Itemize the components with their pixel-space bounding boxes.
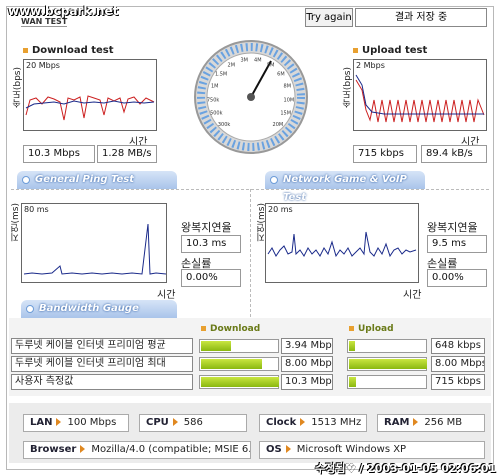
speedometer-tick-label: 2M bbox=[228, 63, 236, 69]
os-info: OS Microsoft Windows XP bbox=[259, 441, 485, 459]
ram-info: RAM 256 MB bbox=[377, 414, 485, 432]
ping-xlabel: 시간 bbox=[157, 290, 176, 301]
edit-stamp: 수정됨♡ / 2003-01-05 02:06:01 bbox=[315, 462, 496, 475]
speedometer-tick-label: 5M bbox=[267, 63, 275, 69]
game-loss-value: 0.00% bbox=[427, 269, 487, 287]
divider bbox=[250, 189, 251, 317]
game-xlabel: 시간 bbox=[403, 290, 422, 301]
upload-plot bbox=[355, 74, 485, 123]
band-dot-icon bbox=[26, 305, 34, 313]
ping-rtt-label: 왕복지연율 bbox=[181, 221, 232, 234]
upload-gauge-value: 715 kbps bbox=[431, 374, 485, 390]
ping-plot bbox=[23, 223, 167, 275]
download-gauge-fill bbox=[201, 359, 262, 369]
arrow-icon bbox=[413, 418, 419, 426]
upload-gauge-value: 648 kbps bbox=[431, 338, 485, 354]
lan-info: LAN 100 Mbps bbox=[23, 414, 129, 432]
gauge-row-label: 두루넷 케이블 인터넷 프리미엄 평균 bbox=[11, 338, 193, 354]
arrow-icon bbox=[285, 445, 291, 453]
speedometer-tick-label: 8M bbox=[284, 84, 292, 90]
browser-info: Browser Mozilla/4.0 (compatible; MSIE 6.0 bbox=[23, 441, 251, 459]
download-scale: 20 Mbps bbox=[26, 61, 60, 70]
upload-gauge-bar bbox=[347, 375, 427, 389]
cpu-info: CPU 586 bbox=[139, 414, 247, 432]
bullet-icon bbox=[349, 326, 354, 331]
tab-title: WAN TEST bbox=[21, 17, 68, 27]
ping-band: General Ping Test bbox=[17, 171, 177, 189]
speedometer-tick-label: 1.5M bbox=[215, 72, 227, 78]
speedometer-tick-label: 500k bbox=[210, 111, 223, 117]
watermark: www.bcpark.net bbox=[8, 4, 119, 18]
game-graph: 20 ms bbox=[265, 203, 419, 283]
speedometer: 300k 500k 750k 1M 1.5M2M 3M 4M 5M6M 8M 10M 15M 20M bbox=[194, 40, 308, 154]
bullet-icon bbox=[353, 47, 358, 53]
upload-scale: 2 Mbps bbox=[356, 61, 385, 70]
arrow-icon bbox=[80, 445, 86, 453]
download-plot bbox=[25, 95, 155, 121]
game-rtt-value: 9.5 ms bbox=[427, 235, 487, 253]
gauge-row-label: 두루넷 케이블 인터넷 프리미엄 최대 bbox=[11, 356, 193, 372]
game-plot bbox=[267, 231, 417, 258]
bullet-icon bbox=[23, 47, 28, 53]
upload-gauge-fill bbox=[349, 377, 357, 387]
speedometer-tick-label: 4M bbox=[254, 58, 261, 64]
download-gauge-bar bbox=[199, 375, 279, 389]
download-gauge-value: 8.00 Mbps bbox=[281, 356, 333, 372]
download-gauge-fill bbox=[201, 377, 279, 387]
game-rtt-label: 왕복지연율 bbox=[427, 221, 478, 234]
upload-bps-value: 715 kbps bbox=[353, 145, 417, 163]
speedometer-tick-label: 10M bbox=[284, 97, 295, 103]
upload-bytes-value: 89.4 kB/s bbox=[421, 145, 487, 163]
upload-gauge-value: 8.00 Mbps bbox=[431, 356, 485, 372]
speedometer-tick-label: 3M bbox=[240, 58, 248, 64]
arrow-icon bbox=[172, 418, 178, 426]
ping-loss-value: 0.00% bbox=[181, 269, 241, 287]
main-panel: WAN TEST Try again 결과 저장 중 Download test… bbox=[6, 6, 494, 470]
band-dot-icon bbox=[22, 176, 30, 184]
upload-title: Upload test bbox=[353, 45, 427, 56]
speedometer-tick-label: 15M bbox=[280, 111, 291, 117]
download-gauge-value: 10.3 Mbps bbox=[281, 374, 333, 390]
upload-gauge-bar bbox=[347, 357, 427, 371]
download-gauge-bar bbox=[199, 357, 279, 371]
clock-info: Clock 1513 MHz bbox=[259, 414, 367, 432]
speedometer-tick-label: 6M bbox=[277, 72, 285, 78]
ping-rtt-value: 10.3 ms bbox=[181, 235, 241, 253]
gauge-band: Bandwidth Gauge bbox=[21, 300, 177, 318]
save-result-button[interactable]: 결과 저장 중 bbox=[355, 8, 487, 27]
download-gauge-value: 3.94 Mbps bbox=[281, 338, 333, 354]
arrow-icon bbox=[56, 418, 62, 426]
upload-graph: 2 Mbps bbox=[353, 59, 487, 131]
download-title: Download test bbox=[23, 45, 114, 56]
game-scale: 20 ms bbox=[268, 205, 293, 214]
arrow-icon bbox=[300, 418, 306, 426]
game-band: Network Game & VoIP Test bbox=[265, 171, 425, 203]
speedometer-tick-label: 20M bbox=[273, 122, 284, 128]
try-again-button[interactable]: Try again bbox=[305, 8, 353, 27]
speedometer-tick-label: 1M bbox=[211, 84, 219, 90]
ping-scale: 80 ms bbox=[24, 205, 49, 214]
download-bps-value: 10.3 Mbps bbox=[23, 145, 95, 163]
speedometer-tick-label: 750k bbox=[207, 97, 220, 103]
download-bytes-value: 1.28 MB/s bbox=[97, 145, 157, 163]
download-graph: 20 Mbps bbox=[23, 59, 157, 131]
gauge-download-header: Download bbox=[201, 324, 260, 334]
upload-gauge-bar bbox=[347, 339, 427, 353]
gauge-upload-header: Upload bbox=[349, 324, 394, 334]
band-dot-icon bbox=[270, 176, 278, 184]
ping-graph: 80 ms bbox=[21, 203, 167, 283]
download-gauge-fill bbox=[201, 341, 231, 351]
speedometer-tick-label: 300k bbox=[218, 122, 231, 128]
gauge-row-label: 사용자 측정값 bbox=[11, 374, 193, 390]
upload-gauge-fill bbox=[349, 359, 427, 369]
bullet-icon bbox=[201, 326, 206, 331]
download-gauge-bar bbox=[199, 339, 279, 353]
upload-gauge-fill bbox=[349, 341, 356, 351]
